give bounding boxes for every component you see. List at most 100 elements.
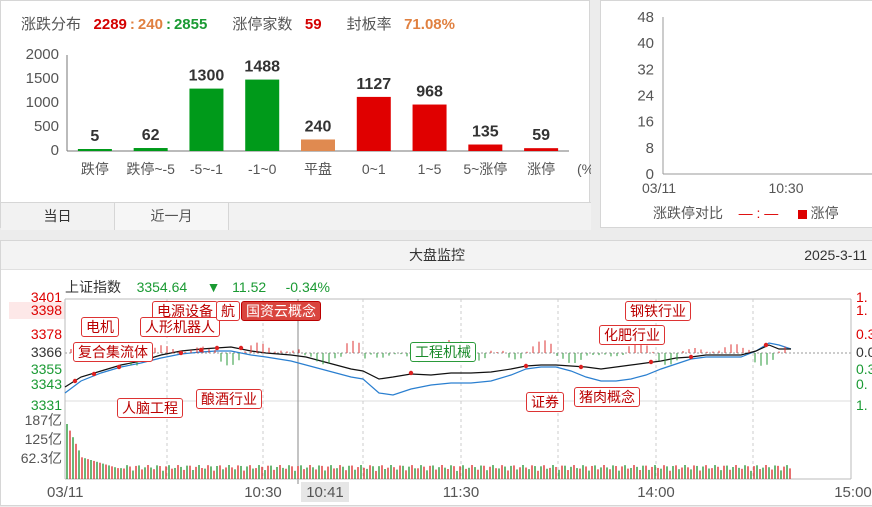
limit-ratio-panel: 48 40 32 24 16 8 0 03/11 10:30 涨跌停对比 — : — 涨停: [600, 0, 872, 228]
y-tick-label: 2000: [26, 46, 59, 63]
event-dot: [178, 350, 184, 356]
bar-value-label: 5: [90, 128, 99, 145]
x-tick-label: 0~1: [362, 161, 386, 177]
event-dot: [198, 347, 204, 353]
y-tick-label: 8: [646, 140, 654, 157]
tag-humanoid-robot[interactable]: 人形机器人: [140, 317, 220, 337]
x-tick-label: 03/11: [642, 180, 676, 196]
bar: [524, 148, 559, 151]
pct-tick-label: 0.: [856, 376, 868, 392]
bar-value-label: 62: [142, 127, 160, 144]
bar: [133, 148, 168, 151]
up-count: 2289: [93, 16, 127, 33]
seal-rate-label: 封板率: [346, 16, 392, 33]
bar-value-label: 135: [472, 124, 499, 141]
x-tick-label: 平盘: [304, 161, 332, 177]
price-tick-label: 3366: [31, 344, 62, 360]
pct-tick-label: 0.3: [856, 361, 872, 377]
event-dot: [72, 378, 78, 384]
time-tick-label: 10:30: [244, 484, 282, 501]
bar: [412, 104, 447, 151]
tag-state-cloud[interactable]: 国资云概念: [241, 301, 321, 321]
tag-pork-concept[interactable]: 猪肉概念: [574, 387, 640, 407]
tag-fertilizer[interactable]: 化肥行业: [599, 325, 665, 345]
tag-composite-collector[interactable]: 复合集流体: [73, 342, 153, 362]
legend-up-swatch: [797, 209, 807, 219]
time-tick-label: 14:00: [637, 484, 675, 501]
x-tick-label: 5~涨停: [463, 161, 507, 177]
tag-brain-engineering[interactable]: 人脑工程: [117, 398, 183, 418]
price-tick-label: 3398: [31, 302, 62, 318]
event-dot: [763, 342, 769, 348]
tag-liquor-industry[interactable]: 酿酒行业: [196, 389, 262, 409]
x-tick-label: -1~0: [248, 161, 277, 177]
tag-construction-machinery[interactable]: 工程机械: [410, 342, 476, 362]
time-tick-label: 03/11: [47, 484, 83, 501]
seal-rate: 71.08%: [404, 16, 455, 33]
distribution-header: 涨跌分布 2289:240:2855 涨停家数 59 封板率 71.08%: [21, 16, 455, 33]
bar: [356, 96, 391, 151]
legend-title: 涨跌停对比: [653, 205, 723, 221]
market-monitor-panel: 大盘监控 2025-3-11 上证指数 3354.64 ▼ 11.52 -0.3…: [0, 240, 872, 506]
tab-today[interactable]: 当日: [1, 203, 115, 230]
event-dot: [91, 371, 97, 377]
distribution-panel: 涨跌分布 2289:240:2855 涨停家数 59 封板率 71.08% 20…: [0, 0, 591, 230]
bar: [468, 144, 503, 151]
event-dot: [214, 345, 220, 351]
event-dot: [648, 359, 654, 365]
limit-ratio-chart: 48403224168003/11 10:30: [637, 9, 872, 196]
y-tick-label: 32: [637, 61, 654, 78]
y-tick-label: 1500: [26, 70, 59, 87]
legend-up: 涨停: [810, 205, 839, 221]
tag-motor[interactable]: 电机: [81, 317, 119, 337]
time-tick-label: 10:41: [306, 484, 344, 501]
time-tick-label: 15:00: [834, 484, 872, 501]
event-dot: [523, 363, 529, 369]
limit-up-count: 59: [304, 16, 322, 33]
intraday-chart[interactable]: 34013398337833663355334333311.1.0.30.00.…: [1, 269, 872, 507]
pct-tick-label: 0.3: [856, 326, 872, 342]
monitor-date: 2025-3-11: [804, 247, 867, 263]
tag-steel[interactable]: 钢铁行业: [625, 301, 691, 321]
pct-tick-label: 1.: [856, 302, 868, 318]
flat-count: 240: [137, 16, 163, 33]
bar: [77, 149, 112, 151]
bar: [301, 139, 335, 151]
price-tick-label: 3378: [31, 326, 62, 342]
tag-aerospace[interactable]: 航: [216, 301, 240, 321]
event-dot: [238, 345, 244, 351]
bar: [189, 88, 224, 151]
x-tick-label: 跌停: [81, 161, 109, 177]
monitor-title: 大盘监控: [409, 247, 465, 263]
y-tick-label: 500: [34, 118, 59, 135]
pct-tick-label: 0.0: [856, 344, 872, 360]
bar-value-label: 59: [532, 127, 550, 144]
dist-label: 涨跌分布: [21, 16, 82, 33]
price-tick-label: 3331: [31, 397, 62, 413]
volume-tick-label: 62.3亿: [21, 450, 62, 466]
legend-dash: — : —: [738, 205, 779, 221]
limit-up-count-label: 涨停家数: [232, 16, 293, 33]
tab-recent-month[interactable]: 近一月: [115, 203, 229, 230]
x-tick-label: 1~5: [418, 161, 442, 177]
bar-value-label: 1488: [244, 59, 280, 76]
x-tick-label: 涨停: [527, 161, 555, 177]
ratio-legend: 涨跌停对比 — : — 涨停: [653, 203, 839, 223]
unit-label: (%): [577, 161, 591, 177]
bar-value-label: 1127: [356, 76, 391, 93]
price-tick-label: 3355: [31, 361, 62, 377]
y-tick-label: 1000: [26, 94, 59, 111]
y-tick-label: 0: [51, 142, 59, 159]
bar-value-label: 1300: [189, 68, 225, 85]
tag-securities[interactable]: 证券: [526, 392, 564, 412]
distribution-tabs: 当日 近一月: [1, 202, 591, 230]
volume-tick-label: 125亿: [25, 431, 62, 447]
bar-value-label: 968: [416, 84, 443, 101]
event-dot: [578, 364, 584, 370]
y-tick-label: 48: [637, 9, 654, 26]
event-dot: [688, 354, 694, 360]
volume-tick-label: 187亿: [25, 412, 62, 428]
event-dot: [116, 364, 122, 370]
down-count: 2855: [173, 16, 208, 33]
y-tick-label: 40: [637, 35, 654, 52]
